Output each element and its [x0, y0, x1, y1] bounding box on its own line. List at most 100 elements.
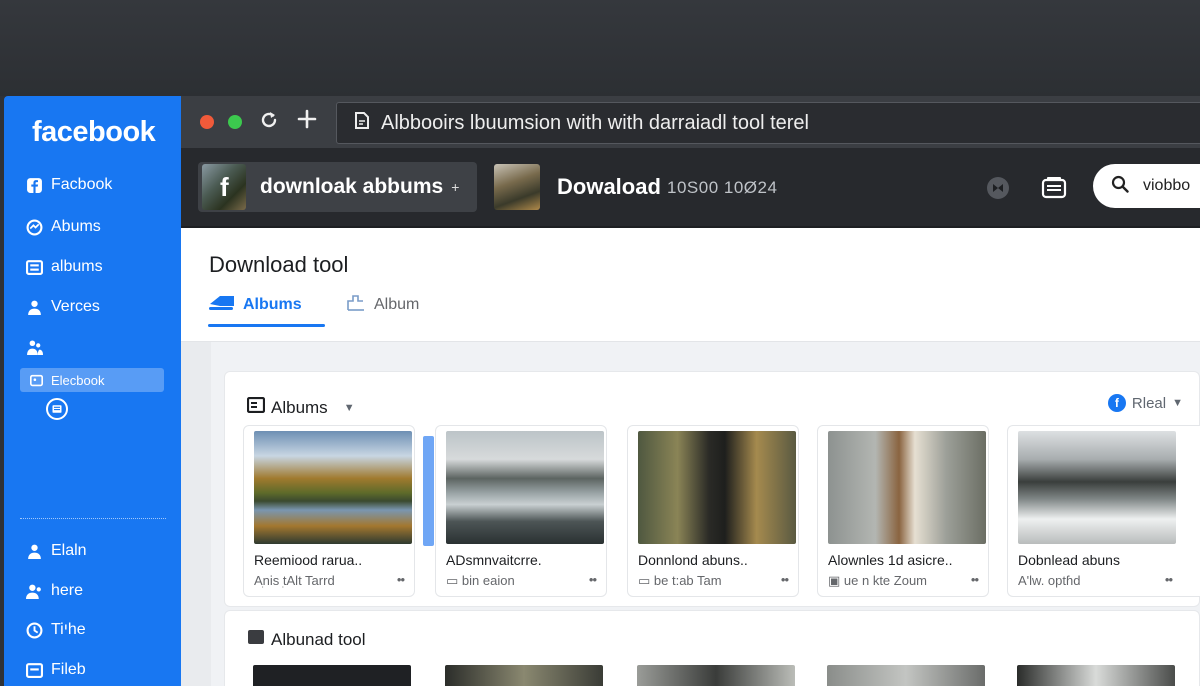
maximize-window-button[interactable] [228, 115, 242, 129]
album-thumbnail: f [202, 164, 246, 210]
tab-albums[interactable]: Albums [209, 292, 302, 318]
sidebar-item-label: Verces [51, 298, 100, 315]
tab-label: Albums [243, 296, 302, 313]
album-tool-header[interactable]: Albunad tool [247, 629, 366, 650]
album-tab-icon [346, 294, 366, 317]
image-icon: ▭ [638, 573, 654, 588]
plus-icon[interactable]: + [451, 179, 459, 195]
album-thumbnail [446, 431, 604, 544]
address-bar[interactable]: Albbooirs lbuumsion with with darraiadl … [336, 102, 1200, 144]
album-title: Dobnlead abuns [1018, 552, 1120, 568]
image-icon: ▣ [828, 573, 844, 588]
more-options-icon[interactable]: •• [589, 572, 597, 587]
header-meta: 10S00 10Ø24 [667, 178, 778, 197]
sidebar-item-verces[interactable]: Verces [26, 296, 100, 318]
sidebar-item-label: Fileb [51, 661, 86, 678]
album-thumbnail [638, 431, 796, 544]
header-tab-download-albums[interactable]: f downloak abbums + [198, 162, 477, 212]
album-subtitle: A'lw. optɦd [1018, 573, 1081, 588]
folder-icon [247, 629, 265, 650]
sidebar-item-groups[interactable] [26, 336, 43, 358]
more-options-icon[interactable]: •• [397, 572, 405, 587]
album-card[interactable]: Dobnlead abuns A'lw. optɦd •• [1007, 425, 1200, 597]
search-icon [1111, 175, 1129, 198]
albums-section-title: Albums [271, 397, 328, 417]
album-thumbnail[interactable] [827, 665, 985, 686]
sidebar-item-fileb[interactable]: Fileb [26, 659, 86, 681]
filter-label: Rleal [1131, 394, 1167, 412]
facebook-logo[interactable]: facebook [32, 116, 156, 149]
close-window-button[interactable] [200, 115, 214, 129]
album-subtitle: ▭ bin eaion [446, 573, 515, 588]
groups-icon [26, 339, 43, 356]
chevron-down-icon: ▼ [343, 401, 355, 414]
sidebar-item-abums[interactable]: Abums [26, 216, 101, 238]
sidebar-item-label: Elaln [51, 542, 87, 559]
carousel-scroll-indicator[interactable] [423, 436, 434, 546]
album-thumbnail [828, 431, 986, 544]
sidebar-item-albums[interactable]: albums [26, 256, 103, 278]
search-input[interactable]: viobbo [1093, 164, 1200, 208]
record-icon[interactable] [984, 174, 1012, 202]
image-icon [28, 372, 45, 389]
sidebar-item-label: Tiיhe [51, 621, 86, 638]
sidebar-divider [20, 518, 166, 519]
sidebar-item-elecbook[interactable]: Elecbook [20, 368, 164, 392]
screen-icon[interactable] [1040, 174, 1068, 202]
sidebar-item-facebook[interactable]: Facbook [26, 174, 112, 196]
person-icon [26, 543, 43, 560]
friends-icon [26, 583, 43, 600]
album-subtitle: ▭ be t:ab Tam [638, 573, 722, 588]
album-title: Donnlond abuns.. [638, 552, 748, 568]
more-options-icon[interactable]: •• [971, 572, 979, 587]
album-thumbnail[interactable] [445, 665, 603, 686]
album-title: Alownles 1d asicre.. [828, 552, 953, 568]
album-card[interactable]: ADsmnvaitcrre. ▭ bin eaion •• [435, 425, 607, 597]
image-icon: ▭ [446, 573, 462, 588]
sidebar-item-here[interactable]: here [26, 580, 83, 602]
album-subtitle: Aׅnis ׅtAlt Tarrd [254, 573, 335, 588]
desktop-background [0, 0, 1200, 96]
header-tab-label: downloak abbums [260, 175, 444, 198]
app-header: f downloak abbums + Dowaload 10S00 10Ø24… [181, 148, 1200, 228]
page-icon [353, 110, 371, 136]
active-tab-indicator [208, 324, 325, 327]
browser-toolbar: Albbooirs lbuumsion with with darraiadl … [181, 96, 1200, 148]
sidebar-item-label: Facbook [51, 176, 113, 193]
more-options-icon[interactable]: •• [781, 572, 789, 587]
sidebar-item-label: Elecbook [51, 372, 105, 388]
album-tool-title: Albunad tool [271, 629, 366, 649]
left-gutter [181, 342, 211, 686]
facebook-f-icon [26, 177, 43, 194]
download-icon[interactable] [46, 398, 68, 420]
person-icon [26, 299, 43, 316]
sidebar-item-label: albums [51, 258, 103, 275]
page-title: Download tool [209, 252, 349, 277]
album-list-icon [246, 396, 266, 418]
albums-section-header[interactable]: Albums ▼ [246, 396, 355, 418]
album-card[interactable]: Donnlond abuns.. ▭ be t:ab Tam •• [627, 425, 799, 597]
clock-icon [26, 622, 43, 639]
album-card[interactable]: Reemiood rarua.. Aׅnis ׅtAlt Tarrd •• [243, 425, 415, 597]
more-options-icon[interactable]: •• [1165, 572, 1173, 587]
album-thumbnail[interactable] [494, 164, 540, 210]
album-thumbnail[interactable] [637, 665, 795, 686]
albums-tab-icon [209, 294, 235, 317]
reload-icon[interactable] [258, 109, 280, 137]
new-tab-icon[interactable] [297, 109, 317, 135]
page-header: Download tool Albums Album [181, 228, 1200, 342]
album-card[interactable]: Alownles 1d asicre.. ▣ ue n kte Zoum •• [817, 425, 989, 597]
tab-album[interactable]: Album [346, 292, 419, 318]
file-icon [26, 662, 43, 679]
album-thumbnail[interactable] [253, 665, 411, 686]
tab-label: Album [374, 296, 420, 313]
album-thumbnail [1018, 431, 1176, 544]
sidebar-item-elaln[interactable]: Elaln [26, 540, 87, 562]
sidebar-item-time[interactable]: Tiיhe [26, 619, 86, 641]
album-thumbnail[interactable] [1017, 665, 1175, 686]
filter-dropdown[interactable]: f Rleal ▼ [1107, 394, 1183, 412]
album-thumbnail [254, 431, 412, 544]
photo-grid-icon [26, 259, 43, 276]
url-text: Albbooirs lbuumsion with with darraiadl … [381, 111, 809, 134]
chevron-down-icon: ▼ [1172, 397, 1183, 409]
